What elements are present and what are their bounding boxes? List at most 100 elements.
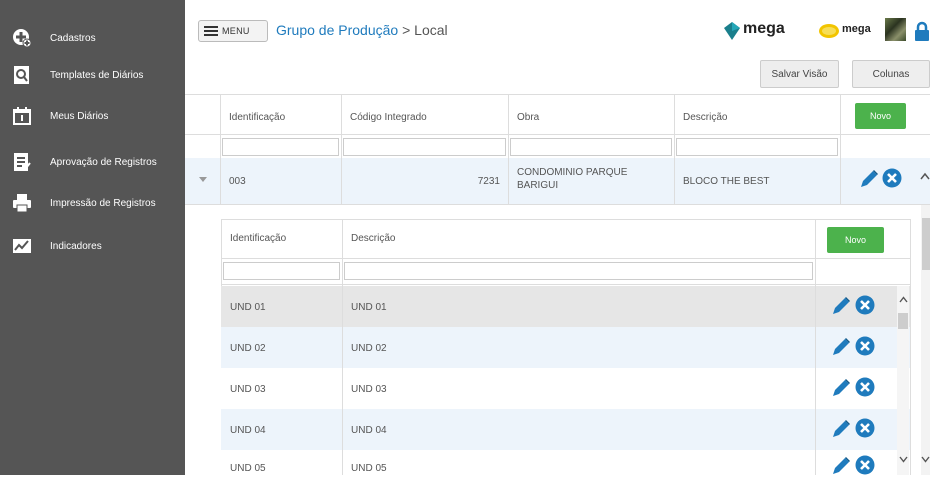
search-document-icon bbox=[14, 66, 29, 84]
column-header-descricao[interactable]: Descrição bbox=[683, 112, 727, 123]
edit-pencil-icon[interactable] bbox=[831, 296, 851, 316]
subgrid-top-border bbox=[221, 219, 910, 220]
delete-circle-icon[interactable] bbox=[855, 295, 875, 315]
subgrid-row-border bbox=[221, 284, 910, 285]
grid-divider bbox=[508, 158, 509, 204]
header: MENU Grupo de Produção > Local mega mega bbox=[185, 0, 930, 56]
subrow-identificacao: UND 01 bbox=[230, 302, 266, 313]
grid-divider bbox=[674, 158, 675, 204]
mega-logo-text: mega bbox=[743, 20, 785, 37]
sidebar-item-label: Cadastros bbox=[50, 32, 96, 44]
user-avatar[interactable] bbox=[885, 18, 906, 41]
column-header-identificacao[interactable]: Identificação bbox=[229, 112, 285, 123]
delete-circle-icon[interactable] bbox=[855, 336, 875, 356]
subgrid-divider bbox=[815, 286, 816, 475]
filter-input-descricao[interactable] bbox=[676, 138, 838, 156]
sidebar-item-impressao[interactable]: Impressão de Registros bbox=[0, 188, 185, 218]
sidebar-item-meus-diarios[interactable]: Meus Diários bbox=[0, 101, 185, 131]
subgrid-new-button[interactable]: Novo bbox=[827, 227, 884, 253]
subrow-identificacao: UND 03 bbox=[230, 384, 266, 395]
subgrid-filter-descricao[interactable] bbox=[344, 262, 813, 280]
table-row[interactable] bbox=[221, 368, 910, 409]
subgrid-row-border bbox=[221, 258, 910, 259]
sidebar-item-label: Indicadores bbox=[50, 240, 102, 252]
table-row[interactable] bbox=[221, 327, 910, 368]
hamburger-icon bbox=[204, 26, 218, 36]
main-scroll-down-icon[interactable] bbox=[921, 456, 930, 463]
mega-logo-secondary-text: mega bbox=[842, 23, 871, 35]
row-identificacao: 003 bbox=[229, 176, 246, 187]
sidebar: Cadastros Templates de Diários Meus Diár… bbox=[0, 0, 185, 475]
sidebar-item-aprovacao[interactable]: Aprovação de Registros bbox=[0, 147, 185, 177]
subgrid-scrollbar-thumb[interactable] bbox=[898, 313, 908, 329]
edit-pencil-icon[interactable] bbox=[831, 378, 851, 398]
subrow-descricao: UND 01 bbox=[351, 302, 387, 313]
subgrid-right-border bbox=[910, 219, 911, 475]
mega-logo: mega bbox=[723, 18, 798, 44]
table-row[interactable] bbox=[221, 450, 910, 491]
edit-pencil-icon[interactable] bbox=[831, 337, 851, 357]
chart-icon bbox=[13, 239, 31, 253]
edit-pencil-icon[interactable] bbox=[859, 169, 879, 189]
breadcrumb-separator: > bbox=[402, 22, 411, 38]
grid-top-border bbox=[185, 94, 930, 95]
subgrid-column-header-descricao[interactable]: Descrição bbox=[351, 233, 395, 244]
collapse-row-icon[interactable] bbox=[199, 177, 207, 183]
subgrid-divider bbox=[342, 286, 343, 475]
mega-logo-secondary: mega bbox=[818, 18, 882, 44]
new-button[interactable]: Novo bbox=[855, 103, 906, 129]
column-header-codigo[interactable]: Código Integrado bbox=[350, 112, 427, 123]
delete-circle-icon[interactable] bbox=[882, 168, 902, 188]
sidebar-item-label: Meus Diários bbox=[50, 110, 109, 122]
grid-row-border bbox=[185, 134, 930, 135]
printer-icon bbox=[13, 194, 31, 213]
mega-logo-mark-icon bbox=[724, 22, 740, 40]
delete-circle-icon[interactable] bbox=[855, 455, 875, 475]
subrow-identificacao: UND 05 bbox=[230, 463, 266, 474]
grid-divider bbox=[840, 158, 841, 204]
sidebar-item-indicadores[interactable]: Indicadores bbox=[0, 231, 185, 261]
subrow-descricao: UND 05 bbox=[351, 463, 387, 474]
row-obra-line1: CONDOMINIO PARQUE bbox=[517, 167, 628, 178]
table-row[interactable] bbox=[221, 286, 910, 327]
delete-circle-icon[interactable] bbox=[855, 377, 875, 397]
save-view-button[interactable]: Salvar Visão bbox=[760, 60, 839, 88]
subgrid-scroll-down-icon[interactable] bbox=[899, 456, 908, 463]
menu-button[interactable]: MENU bbox=[198, 20, 268, 42]
grid-divider bbox=[341, 158, 342, 204]
subrow-descricao: UND 02 bbox=[351, 343, 387, 354]
main-scrollbar-thumb[interactable] bbox=[922, 218, 930, 270]
edit-pencil-icon[interactable] bbox=[831, 456, 851, 476]
menu-label: MENU bbox=[222, 26, 250, 36]
subgrid-scroll-up-icon[interactable] bbox=[899, 296, 908, 303]
subgrid-column-header-identificacao[interactable]: Identificação bbox=[230, 233, 286, 244]
breadcrumb-link[interactable]: Grupo de Produção bbox=[276, 22, 398, 38]
subgrid-filter-identificacao[interactable] bbox=[223, 262, 340, 280]
delete-circle-icon[interactable] bbox=[855, 418, 875, 438]
column-header-obra[interactable]: Obra bbox=[517, 112, 539, 123]
sidebar-item-templates[interactable]: Templates de Diários bbox=[0, 60, 185, 90]
calendar-icon bbox=[13, 107, 31, 125]
subrow-descricao: UND 03 bbox=[351, 384, 387, 395]
filter-input-obra[interactable] bbox=[510, 138, 672, 156]
orange-ellipse-icon bbox=[819, 24, 839, 38]
sidebar-item-label: Aprovação de Registros bbox=[50, 156, 157, 168]
table-row[interactable] bbox=[221, 409, 910, 450]
lock-icon[interactable] bbox=[914, 21, 930, 41]
sidebar-item-cadastros[interactable]: Cadastros bbox=[0, 23, 185, 53]
grid-divider bbox=[220, 158, 221, 204]
filter-input-identificacao[interactable] bbox=[222, 138, 339, 156]
columns-button[interactable]: Colunas bbox=[852, 60, 930, 88]
sidebar-item-label: Templates de Diários bbox=[50, 69, 144, 81]
breadcrumb-current: Local bbox=[414, 22, 448, 38]
row-codigo: 7231 bbox=[477, 176, 500, 187]
checklist-icon bbox=[14, 153, 31, 171]
edit-pencil-icon[interactable] bbox=[831, 419, 851, 439]
add-circle-icon bbox=[13, 29, 32, 48]
subrow-identificacao: UND 04 bbox=[230, 425, 266, 436]
breadcrumb: Grupo de Produção > Local bbox=[276, 22, 448, 38]
sidebar-item-label: Impressão de Registros bbox=[50, 197, 156, 209]
subrow-descricao: UND 04 bbox=[351, 425, 387, 436]
scroll-up-icon[interactable] bbox=[920, 172, 930, 180]
filter-input-codigo[interactable] bbox=[343, 138, 506, 156]
